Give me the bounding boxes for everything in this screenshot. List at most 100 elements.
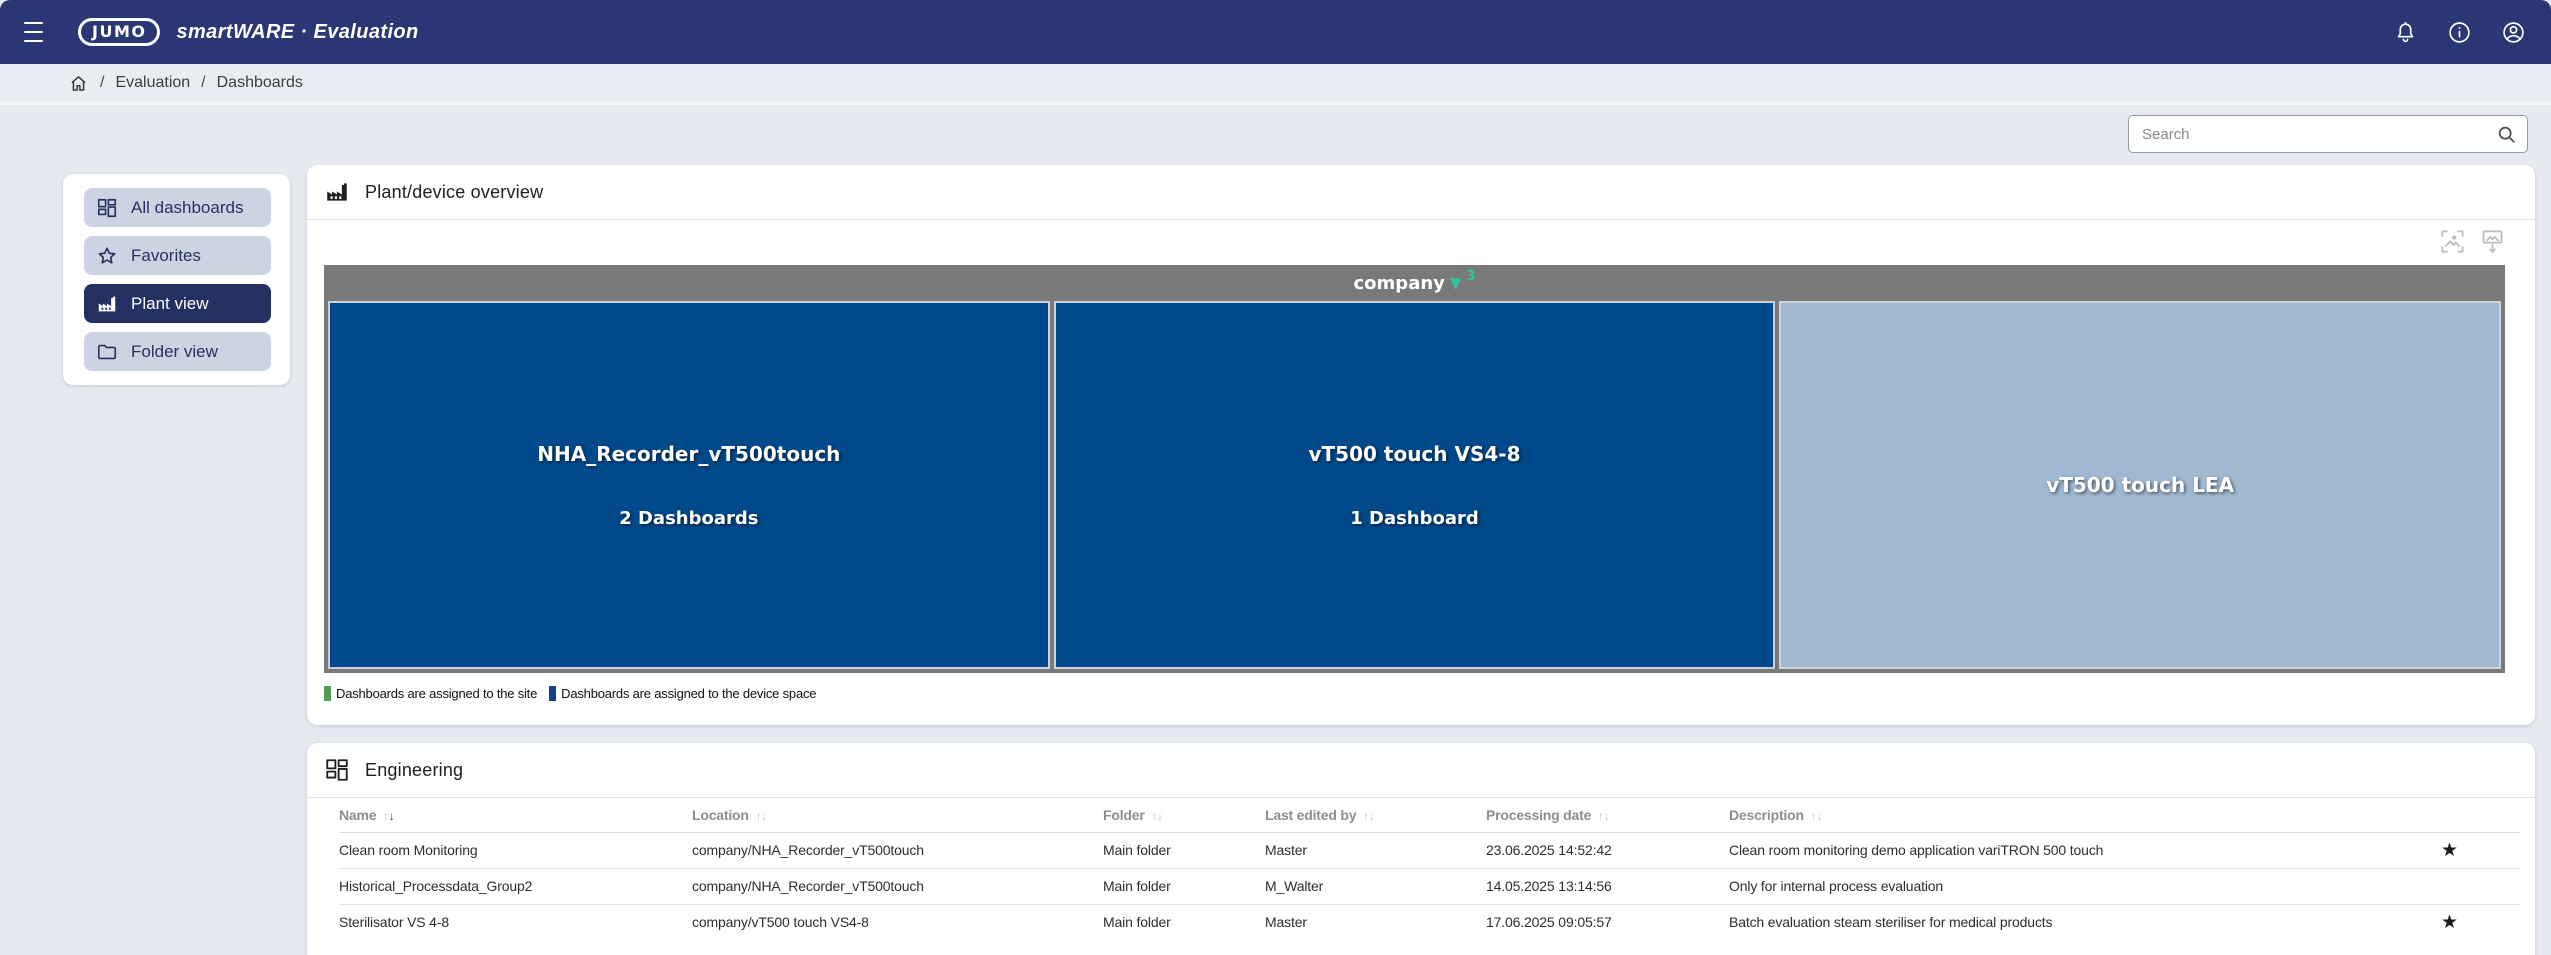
block-name: vT500 touch LEA bbox=[2046, 473, 2234, 497]
cell-location: company/NHA_Recorder_vT500touch bbox=[692, 868, 1103, 904]
search-icon[interactable] bbox=[2496, 124, 2517, 145]
app-title: smartWARE · Evaluation bbox=[176, 21, 418, 44]
notifications-button[interactable] bbox=[2391, 18, 2419, 46]
sidebar-item-all-dashboards[interactable]: All dashboards bbox=[84, 188, 271, 227]
sort-desc-icon[interactable]: ↓ bbox=[1816, 809, 1822, 823]
topbar-actions bbox=[2391, 18, 2527, 46]
column-header-location[interactable]: Location ↑↓ bbox=[692, 798, 1103, 832]
search-input[interactable] bbox=[2142, 126, 2496, 143]
sidebar-item-label: Favorites bbox=[131, 246, 201, 266]
cell-folder: Main folder bbox=[1103, 832, 1265, 868]
block-dashboard-count: 1 Dashboard bbox=[1350, 508, 1479, 529]
treemap-blocks: NHA_Recorder_vT500touch 2 Dashboards vT5… bbox=[328, 301, 2501, 669]
dashboard-grid-icon bbox=[324, 757, 350, 783]
favorite-star-icon[interactable]: ★ bbox=[2441, 912, 2458, 933]
cell-folder: Main folder bbox=[1103, 904, 1265, 940]
plant-overview-panel: Plant/device overview bbox=[307, 165, 2535, 725]
fit-to-screen-button[interactable] bbox=[2439, 228, 2466, 258]
breadcrumb-separator: / bbox=[100, 74, 104, 92]
sidebar-item-folder-view[interactable]: Folder view bbox=[84, 332, 271, 371]
cell-description: Batch evaluation steam steriliser for me… bbox=[1729, 904, 2379, 940]
treemap-block-nha-recorder[interactable]: NHA_Recorder_vT500touch 2 Dashboards bbox=[328, 301, 1050, 669]
sidebar: All dashboards Favorites Plant view bbox=[63, 174, 290, 385]
collapse-triangle-icon[interactable]: ▼ bbox=[1450, 276, 1462, 291]
cell-name: Clean room Monitoring bbox=[339, 832, 692, 868]
column-header-last-edited-by[interactable]: Last edited by ↑↓ bbox=[1265, 798, 1486, 832]
treemap-toolbar bbox=[307, 220, 2535, 265]
cell-name: Sterilisator VS 4-8 bbox=[339, 904, 692, 940]
hamburger-icon bbox=[24, 22, 43, 24]
fit-to-screen-icon bbox=[2439, 228, 2466, 255]
table-row[interactable]: Historical_Processdata_Group2 company/NH… bbox=[339, 868, 2520, 904]
cell-last-edited-by: M_Walter bbox=[1265, 868, 1486, 904]
treemap-root-band: company ▼ 3 bbox=[328, 269, 2501, 298]
treemap-block-vt500-lea[interactable]: vT500 touch LEA bbox=[1779, 301, 2501, 669]
panel-title: Engineering bbox=[365, 760, 463, 781]
column-header-folder[interactable]: Folder ↑↓ bbox=[1103, 798, 1265, 832]
sort-desc-icon[interactable]: ↓ bbox=[761, 809, 767, 823]
search-row bbox=[0, 115, 2551, 153]
cell-description: Only for internal process evaluation bbox=[1729, 868, 2379, 904]
person-icon bbox=[2501, 20, 2526, 45]
legend-label: Dashboards are assigned to the site bbox=[336, 686, 537, 701]
drilldown-pointer-button[interactable] bbox=[2479, 228, 2506, 258]
column-header-description[interactable]: Description ↑↓ bbox=[1729, 798, 2379, 832]
dashboard-grid-icon bbox=[96, 197, 118, 219]
sort-desc-icon[interactable]: ↓ bbox=[389, 809, 395, 823]
cell-last-edited-by: Master bbox=[1265, 832, 1486, 868]
dashboard-table-wrap: Name ↑↓ Location ↑↓ Folder bbox=[339, 798, 2520, 940]
folder-icon bbox=[96, 341, 118, 363]
legend-swatch-blue bbox=[549, 686, 556, 701]
sidebar-item-label: Plant view bbox=[131, 294, 208, 314]
legend-label: Dashboards are assigned to the device sp… bbox=[561, 686, 816, 701]
sidebar-item-favorites[interactable]: Favorites bbox=[84, 236, 271, 275]
block-dashboard-count: 2 Dashboards bbox=[619, 508, 758, 529]
column-header-processing-date[interactable]: Processing date ↑↓ bbox=[1486, 798, 1729, 832]
breadcrumb-item-evaluation[interactable]: Evaluation bbox=[115, 74, 190, 92]
home-icon[interactable] bbox=[68, 73, 89, 94]
cell-location: company/NHA_Recorder_vT500touch bbox=[692, 832, 1103, 868]
treemap-block-vt500-vs4-8[interactable]: vT500 touch VS4-8 1 Dashboard bbox=[1054, 301, 1776, 669]
breadcrumb-separator: / bbox=[201, 74, 205, 92]
block-name: vT500 touch VS4-8 bbox=[1309, 442, 1521, 466]
cell-name: Historical_Processdata_Group2 bbox=[339, 868, 692, 904]
engineering-panel-header: Engineering bbox=[307, 743, 2535, 797]
search-box bbox=[2128, 115, 2528, 153]
info-icon bbox=[2447, 20, 2472, 45]
factory-icon bbox=[324, 179, 350, 205]
favorite-star-icon[interactable]: ★ bbox=[2441, 840, 2458, 861]
menu-button[interactable] bbox=[24, 22, 50, 42]
cell-folder: Main folder bbox=[1103, 868, 1265, 904]
table-row[interactable]: Sterilisator VS 4-8 company/vT500 touch … bbox=[339, 904, 2520, 940]
factory-icon bbox=[96, 293, 118, 315]
sort-desc-icon[interactable]: ↓ bbox=[1369, 809, 1375, 823]
breadcrumb: / Evaluation / Dashboards bbox=[0, 64, 2551, 105]
cell-processing-date: 23.06.2025 14:52:42 bbox=[1486, 832, 1729, 868]
table-row[interactable]: Clean room Monitoring company/NHA_Record… bbox=[339, 832, 2520, 868]
star-icon bbox=[96, 245, 118, 267]
sidebar-item-label: Folder view bbox=[131, 342, 218, 362]
info-button[interactable] bbox=[2445, 18, 2473, 46]
engineering-panel: Engineering Name bbox=[307, 743, 2535, 955]
sort-desc-icon[interactable]: ↓ bbox=[1157, 809, 1163, 823]
breadcrumb-item-dashboards[interactable]: Dashboards bbox=[217, 74, 303, 92]
legend-item-device-space: Dashboards are assigned to the device sp… bbox=[549, 686, 816, 701]
column-header-favorite bbox=[2379, 798, 2520, 832]
column-header-name[interactable]: Name ↑↓ bbox=[339, 798, 692, 832]
legend-item-site: Dashboards are assigned to the site bbox=[324, 686, 537, 701]
main-column: Plant/device overview bbox=[307, 165, 2535, 955]
sidebar-item-plant-view[interactable]: Plant view bbox=[84, 284, 271, 323]
app-window: JUMO smartWARE · Evaluation bbox=[0, 0, 2551, 955]
block-name: NHA_Recorder_vT500touch bbox=[537, 442, 840, 466]
treemap-legend: Dashboards are assigned to the site Dash… bbox=[324, 686, 2535, 701]
sort-desc-icon[interactable]: ↓ bbox=[1604, 809, 1610, 823]
main-row: All dashboards Favorites Plant view bbox=[0, 165, 2551, 955]
cell-processing-date: 17.06.2025 09:05:57 bbox=[1486, 904, 1729, 940]
table-header-row: Name ↑↓ Location ↑↓ Folder bbox=[339, 798, 2520, 832]
dashboard-table: Name ↑↓ Location ↑↓ Folder bbox=[339, 798, 2520, 940]
account-button[interactable] bbox=[2499, 18, 2527, 46]
treemap: company ▼ 3 NHA_Recorder_vT500touch 2 Da… bbox=[324, 265, 2505, 673]
cell-processing-date: 14.05.2025 13:14:56 bbox=[1486, 868, 1729, 904]
cell-location: company/vT500 touch VS4-8 bbox=[692, 904, 1103, 940]
sidebar-item-label: All dashboards bbox=[131, 198, 243, 218]
